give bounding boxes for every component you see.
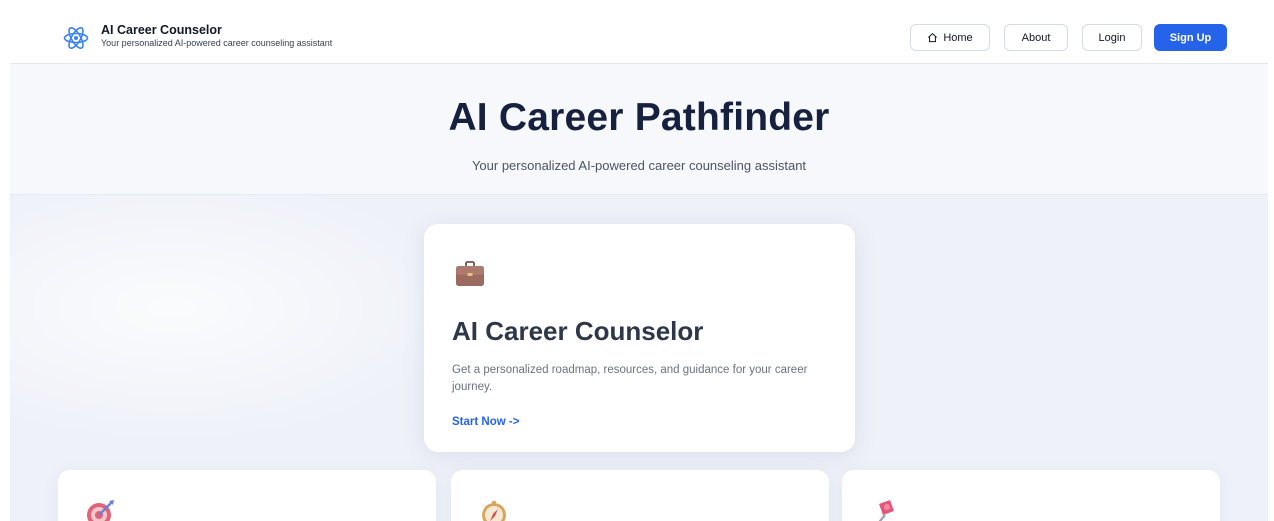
about-button[interactable]: About xyxy=(1004,24,1068,51)
card-description: Get a personalized roadmap, resources, a… xyxy=(452,364,808,393)
pushpin-icon xyxy=(878,500,894,521)
feature-card-pushpin[interactable] xyxy=(842,470,1220,521)
login-button[interactable]: Login xyxy=(1082,24,1142,51)
target-icon xyxy=(87,500,114,521)
atom-logo-icon[interactable] xyxy=(63,25,89,51)
brand-title[interactable]: AI Career Counselor xyxy=(101,23,222,37)
briefcase-icon xyxy=(456,261,484,286)
hero-title: AI Career Pathfinder xyxy=(448,96,830,139)
background-glow xyxy=(10,195,470,445)
hero-subtitle: Your personalized AI-powered career coun… xyxy=(471,158,807,173)
app-frame: AI Career Counselor Your personalized AI… xyxy=(10,10,1268,521)
career-counselor-card[interactable]: AI Career Counselor Get a personalized r… xyxy=(424,224,855,452)
signup-button[interactable]: Sign Up xyxy=(1154,24,1227,51)
brand-subtitle: Your personalized AI-powered career coun… xyxy=(101,38,333,48)
home-icon xyxy=(928,32,938,43)
top-navbar: AI Career Counselor Your personalized AI… xyxy=(10,10,1268,64)
home-button[interactable]: Home xyxy=(910,24,990,51)
hero-banner: AI Career Pathfinder Your personalized A… xyxy=(10,64,1268,195)
start-now-link[interactable]: Start Now -> xyxy=(452,416,519,428)
feature-card-compass[interactable] xyxy=(451,470,829,521)
card-title: AI Career Counselor xyxy=(452,316,704,346)
feature-card-target[interactable] xyxy=(58,470,436,521)
compass-icon xyxy=(482,501,506,521)
home-button-label: Home xyxy=(943,31,973,44)
